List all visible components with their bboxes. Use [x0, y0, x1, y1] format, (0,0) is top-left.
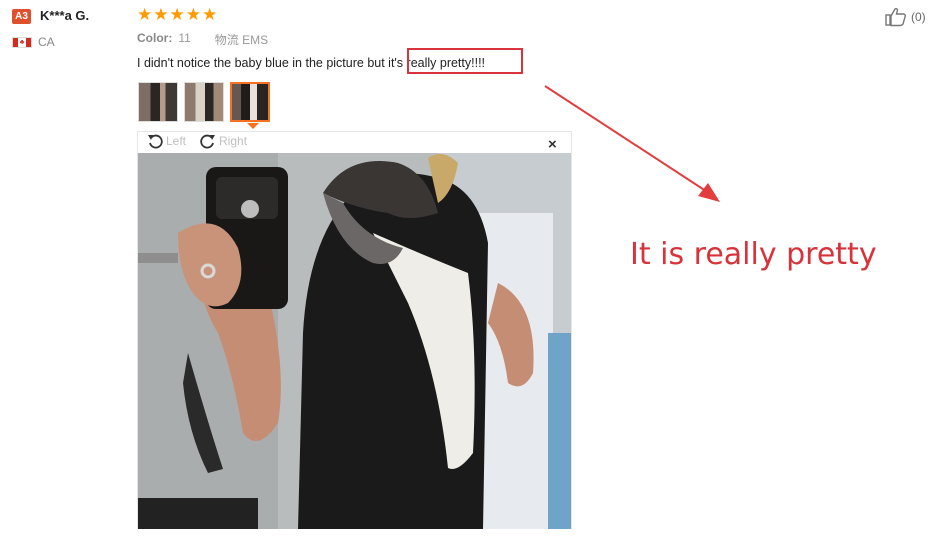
review-photo-image — [138, 153, 571, 529]
star-icon: ★ — [137, 5, 153, 24]
reviewer-country: CA — [38, 35, 55, 49]
star-icon: ★ — [185, 5, 201, 24]
rotate-right-button[interactable]: Right — [200, 133, 247, 149]
color-key: Color: — [137, 31, 173, 45]
rotate-right-icon — [200, 134, 216, 149]
viewer-toolbar: Left Right — [147, 133, 257, 149]
color-value: 11 — [178, 31, 191, 45]
rotate-left-icon — [148, 134, 163, 149]
review-thumbnail-selected[interactable] — [230, 82, 270, 122]
rotate-left-button[interactable]: Left — [147, 133, 186, 149]
shipping-method: 物流 EMS — [214, 33, 269, 47]
helpful-like[interactable]: (0) — [885, 7, 926, 27]
helpful-count: (0) — [911, 10, 926, 24]
star-rating: ★ ★ ★ ★ ★ — [137, 6, 217, 23]
canada-flag-icon: ♣ — [12, 37, 32, 48]
review-thumbnails — [138, 82, 270, 122]
reviewer-name: K***a G. — [40, 8, 90, 23]
rotate-right-label: Right — [219, 134, 248, 148]
star-icon: ★ — [202, 5, 218, 24]
thumbs-up-icon — [885, 7, 907, 27]
annotation-callout: It is really pretty — [630, 237, 877, 272]
reviewer-level-badge: A3 — [12, 9, 31, 24]
review-thumbnail[interactable] — [184, 82, 224, 122]
star-icon: ★ — [153, 5, 169, 24]
review-photo — [138, 153, 571, 529]
selected-thumbnail-caret — [247, 123, 259, 129]
annotation-arrow-icon — [544, 85, 720, 202]
review-thumbnail[interactable] — [138, 82, 178, 122]
highlight-box — [407, 48, 523, 74]
star-icon: ★ — [169, 5, 185, 24]
rotate-left-label: Left — [166, 134, 187, 148]
product-attributes: Color: 11 物流 EMS — [137, 31, 268, 48]
